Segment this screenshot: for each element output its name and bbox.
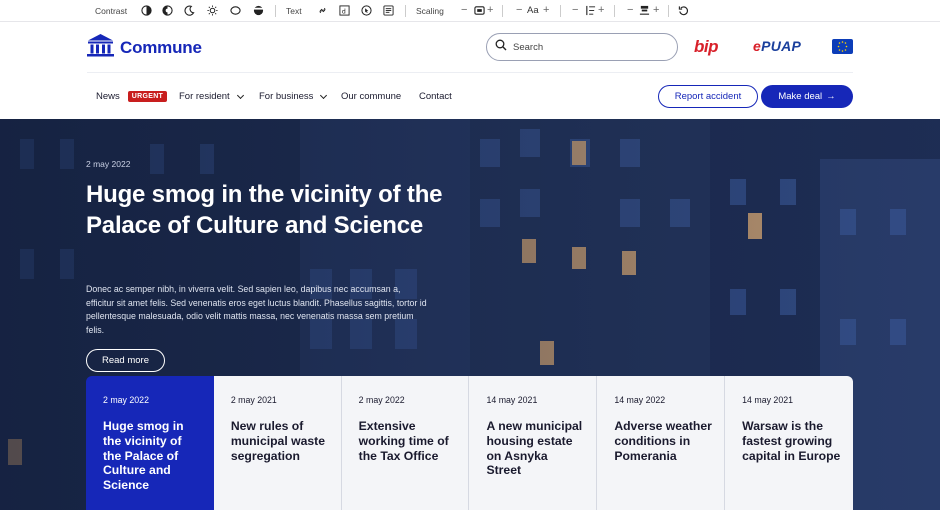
- reset-icon[interactable]: [677, 5, 689, 17]
- nav-item-for-business[interactable]: For business: [259, 91, 328, 102]
- report-accident-label: Report accident: [674, 91, 742, 102]
- contrast-half-icon[interactable]: [140, 5, 152, 17]
- readable-font-icon[interactable]: d: [338, 5, 350, 17]
- svg-text:d: d: [341, 7, 345, 15]
- chevron-down-icon: [236, 91, 244, 99]
- logo-link[interactable]: Commune: [87, 33, 202, 62]
- search-icon: [495, 38, 507, 56]
- letter-spacing-icon: [638, 5, 650, 17]
- nav-item-label: For resident: [179, 91, 230, 102]
- zoom-out-button[interactable]: −: [461, 5, 467, 16]
- cursor-icon[interactable]: [360, 5, 372, 17]
- news-card-date: 2 may 2021: [230, 395, 277, 405]
- news-card-title: Warsaw is the fastest growing capital in…: [742, 419, 841, 463]
- eu-flag-icon[interactable]: [832, 39, 853, 54]
- search-box[interactable]: [486, 33, 678, 61]
- contrast-invert-icon[interactable]: [161, 5, 173, 17]
- line-height-icon: [584, 5, 596, 17]
- report-accident-button[interactable]: Report accident: [658, 85, 758, 108]
- news-card-title: Extensive working time of the Tax Office: [358, 419, 449, 463]
- news-card-title: Adverse weather conditions in Pomerania: [614, 419, 712, 463]
- news-card-title: A new municipal housing estate on Asnyka…: [486, 419, 583, 478]
- news-card[interactable]: 14 may 2022 Adverse weather conditions i…: [597, 376, 726, 510]
- news-card-date: 14 may 2022: [614, 395, 666, 405]
- toolbar-divider: [405, 4, 406, 17]
- nav-item-news[interactable]: News URGENT: [96, 91, 168, 102]
- toolbar-divider: [560, 4, 561, 17]
- hero-banner: 2 may 2022 Huge smog in the vicinity of …: [0, 119, 940, 510]
- toolbar-divider: [668, 4, 669, 17]
- font-smaller-button[interactable]: −: [516, 5, 522, 16]
- spacing-increase-button[interactable]: +: [653, 5, 659, 16]
- nav-item-label: Our commune: [341, 91, 402, 102]
- hero-title: Huge smog in the vicinity of the Palace …: [86, 181, 443, 239]
- toolbar-divider: [614, 4, 615, 17]
- municipal-building-icon: [87, 33, 114, 62]
- read-more-button[interactable]: Read more: [86, 349, 165, 372]
- urgent-badge: URGENT: [127, 91, 168, 102]
- news-card[interactable]: 2 may 2022 Huge smog in the vicinity of …: [86, 376, 214, 510]
- nav-item-for-resident[interactable]: For resident: [179, 91, 244, 102]
- nav-item-label: News: [96, 91, 120, 102]
- text-label: Text: [286, 5, 302, 16]
- main-nav: News URGENT For resident For business Ou…: [0, 73, 940, 119]
- news-card-date: 14 may 2021: [486, 395, 538, 405]
- news-card-date: 2 may 2022: [103, 395, 149, 405]
- spacing-decrease-button[interactable]: −: [627, 5, 633, 16]
- link-highlight-icon[interactable]: [316, 5, 328, 17]
- news-card[interactable]: 2 may 2021 New rules of municipal waste …: [213, 376, 342, 510]
- make-deal-label: Make deal: [778, 91, 823, 102]
- dark-mode-icon[interactable]: [183, 5, 195, 17]
- zoom-in-button[interactable]: +: [487, 5, 493, 16]
- grayscale-icon[interactable]: [229, 5, 241, 17]
- news-cards: 2 may 2022 Huge smog in the vicinity of …: [86, 376, 853, 510]
- scaling-label: Scaling: [416, 5, 444, 16]
- hero-date: 2 may 2022: [86, 159, 131, 169]
- bip-text: bip: [694, 37, 719, 56]
- nav-item-label: Contact: [419, 91, 452, 102]
- zoom-icon: [473, 5, 485, 17]
- toolbar-divider: [502, 4, 503, 17]
- news-card[interactable]: 2 may 2022 Extensive working time of the…: [341, 376, 470, 510]
- bip-logo-link[interactable]: bip: [694, 37, 719, 57]
- toolbar-divider: [275, 4, 276, 17]
- contrast-label: Contrast: [95, 5, 128, 16]
- chevron-down-icon: [320, 91, 328, 99]
- nav-item-our-commune[interactable]: Our commune: [341, 91, 401, 102]
- news-card-title: Huge smog in the vicinity of the Palace …: [103, 419, 184, 493]
- line-height-decrease-button[interactable]: −: [572, 5, 578, 16]
- hero-description: Donec ac semper nibh, in viverra velit. …: [86, 284, 427, 335]
- news-card[interactable]: 14 may 2021 A new municipal housing esta…: [469, 376, 598, 510]
- epuap-text: PUAP: [761, 38, 802, 54]
- arrow-right-icon: →: [826, 91, 836, 102]
- news-card-date: 2 may 2022: [358, 395, 405, 405]
- reading-guide-icon[interactable]: [382, 5, 394, 17]
- epuap-logo-link[interactable]: ePUAP: [753, 38, 801, 54]
- news-card-date: 14 may 2021: [742, 395, 794, 405]
- news-card[interactable]: 14 may 2021 Warsaw is the fastest growin…: [725, 376, 853, 510]
- site-header: Commune bip ePUAP: [0, 22, 940, 72]
- read-more-label: Read more: [102, 355, 149, 366]
- accessibility-toolbar: Contrast Text d Scaling − + − Aa + − + −…: [0, 0, 940, 22]
- nav-item-label: For business: [259, 91, 314, 102]
- logo-text: Commune: [120, 37, 202, 57]
- search-input[interactable]: [513, 41, 663, 53]
- font-size-label: Aa: [527, 5, 539, 16]
- epuap-prefix: e: [753, 38, 762, 54]
- line-height-increase-button[interactable]: +: [598, 5, 604, 16]
- make-deal-button[interactable]: Make deal →: [761, 85, 853, 108]
- light-mode-icon[interactable]: [206, 5, 218, 17]
- news-card-title: New rules of municipal waste segregation: [230, 419, 325, 463]
- high-contrast-icon[interactable]: [252, 5, 264, 17]
- nav-item-contact[interactable]: Contact: [419, 91, 452, 102]
- font-larger-button[interactable]: +: [543, 5, 549, 16]
